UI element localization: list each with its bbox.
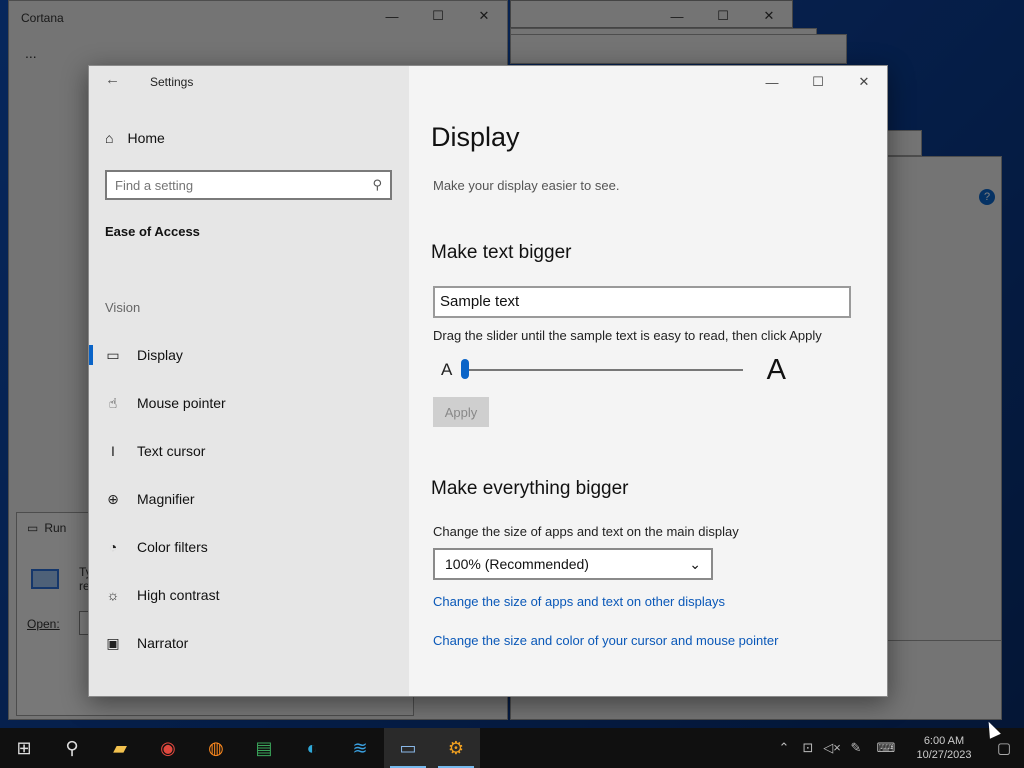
page-subtitle: Make your display easier to see. [433,178,620,193]
sidebar-item-label: Color filters [137,539,208,555]
category-heading: Ease of Access [105,224,200,239]
clock-time: 6:00 AM [923,735,965,747]
minimize-icon[interactable]: — [654,1,700,31]
section-make-text-bigger: Make text bigger [431,242,572,263]
settings-content: — ☐ ✕ Display Make your display easier t… [409,66,887,696]
clock[interactable]: 6:00 AM 10/27/2023 [904,734,984,762]
home-icon: ⌂ [105,130,114,146]
background-window-5[interactable]: ? [880,156,1002,718]
background-window-3[interactable] [510,34,847,64]
scale-label: Change the size of apps and text on the … [433,524,739,539]
settings-title: Settings [150,75,194,89]
help-icon[interactable]: ? [979,189,995,205]
close-icon[interactable]: ✕ [841,66,887,98]
sidebar-item-display[interactable]: ▭ Display [89,340,395,370]
sample-text-box: Sample text [433,286,851,318]
narrator-icon: ▣ [106,634,120,651]
network-icon[interactable]: ⊡ [796,740,820,756]
run-open-label: Open: [27,617,60,631]
background-window-1[interactable]: — ☐ ✕ [510,0,793,28]
sidebar-item-magnifier[interactable]: ⊕ Magnifier [105,484,395,514]
sidebar-item-narrator[interactable]: ▣ Narrator [105,628,395,658]
run-app-icon[interactable]: ▭ [384,728,432,768]
sidebar-item-label: Mouse pointer [137,395,226,411]
sidebar-item-label: Narrator [137,635,189,651]
sidebar-item-label: Display [137,347,183,363]
notification-icon[interactable]: ▢ [984,739,1024,757]
section-make-everything-bigger: Make everything bigger [431,478,629,499]
nav-home[interactable]: ⌂ Home [105,130,165,146]
settings-sidebar: ← Settings ⌂ Home ⚲ Ease of Access Visio… [89,66,409,696]
sidebar-item-label: High contrast [137,587,220,603]
spreadsheet-icon[interactable]: ▤ [240,728,288,768]
run-titlebar: ▭ Run [27,521,66,535]
nav-home-label: Home [127,130,165,146]
run-title: Run [44,521,67,535]
sidebar-item-mouse-pointer[interactable]: ☝ Mouse pointer [105,388,395,418]
sidebar-item-high-contrast[interactable]: ☼ High contrast [105,580,395,610]
close-icon[interactable]: ✕ [461,1,507,31]
palette-icon: ◔ [108,539,118,555]
maximize-icon[interactable]: ☐ [415,1,461,31]
more-icon[interactable]: ... [25,45,37,61]
minimize-icon[interactable]: — [369,1,415,31]
apply-button[interactable]: Apply [433,397,489,427]
slider-track[interactable] [469,369,743,371]
sun-icon: ☼ [106,587,120,603]
taskbar: ⊞ ⚲ ▰ ◉ ◍ ▤ ◐ ≋ ▭ ⚙ ⌃ ⊡ ◁× ✎ ⌨ 6:00 AM 1… [0,728,1024,768]
magnifier-icon: ⊕ [107,490,119,507]
chrome-icon[interactable]: ◉ [144,728,192,768]
cortana-title: Cortana [21,11,64,25]
pen-icon[interactable]: ✎ [844,740,868,756]
chevron-up-icon[interactable]: ⌃ [772,740,796,756]
scale-value: 100% (Recommended) [445,556,589,572]
mouse-pointer-icon: ☝ [108,394,118,411]
edge-icon[interactable]: ◐ [288,728,336,768]
firefox-icon[interactable]: ◍ [192,728,240,768]
run-icon: ▭ [27,521,39,535]
slider-hint: Drag the slider until the sample text is… [433,328,822,343]
start-icon[interactable]: ⊞ [0,728,48,768]
chevron-down-icon: ⌄ [689,555,701,572]
clock-date: 10/27/2023 [916,749,972,761]
maximize-icon[interactable]: ☐ [795,66,841,98]
text-cursor-icon: I [111,443,115,459]
text-size-slider[interactable]: A A [433,354,786,386]
maximize-icon[interactable]: ☐ [700,1,746,31]
page-title: Display [431,122,520,152]
find-setting-search[interactable]: ⚲ [105,170,392,200]
settings-gear-icon[interactable]: ⚙ [432,728,480,768]
back-arrow-icon[interactable]: ← [105,71,120,88]
file-explorer-icon[interactable]: ▰ [96,728,144,768]
window-controls: — ☐ ✕ [749,66,887,98]
minimize-icon[interactable]: — [749,66,795,98]
search-icon[interactable]: ⚲ [372,177,382,193]
monitor-icon: ▭ [106,346,120,363]
sidebar-item-label: Magnifier [137,491,195,507]
slider-large-label: A [766,354,786,386]
monitor-app-icon[interactable]: ≋ [336,728,384,768]
keyboard-icon[interactable]: ⌨ [868,740,904,756]
search-input[interactable] [115,177,373,193]
system-tray: ⌃ ⊡ ◁× ✎ ⌨ 6:00 AM 10/27/2023 ▢ [772,728,1024,768]
scale-dropdown[interactable]: 100% (Recommended) ⌄ [433,548,713,580]
close-icon[interactable]: ✕ [746,1,792,31]
slider-thumb[interactable] [461,359,469,379]
link-cursor-size[interactable]: Change the size and color of your cursor… [433,633,778,648]
section-heading: Vision [105,300,141,315]
settings-window[interactable]: ← Settings ⌂ Home ⚲ Ease of Access Visio… [88,65,888,697]
link-other-displays[interactable]: Change the size of apps and text on othe… [433,594,725,609]
slider-small-label: A [441,360,453,379]
sidebar-item-text-cursor[interactable]: I Text cursor [105,436,395,466]
run-program-icon [31,569,59,589]
sidebar-item-color-filters[interactable]: ◔ Color filters [105,532,395,562]
search-icon[interactable]: ⚲ [48,728,96,768]
sidebar-item-label: Text cursor [137,443,206,459]
volume-muted-icon[interactable]: ◁× [820,740,844,756]
